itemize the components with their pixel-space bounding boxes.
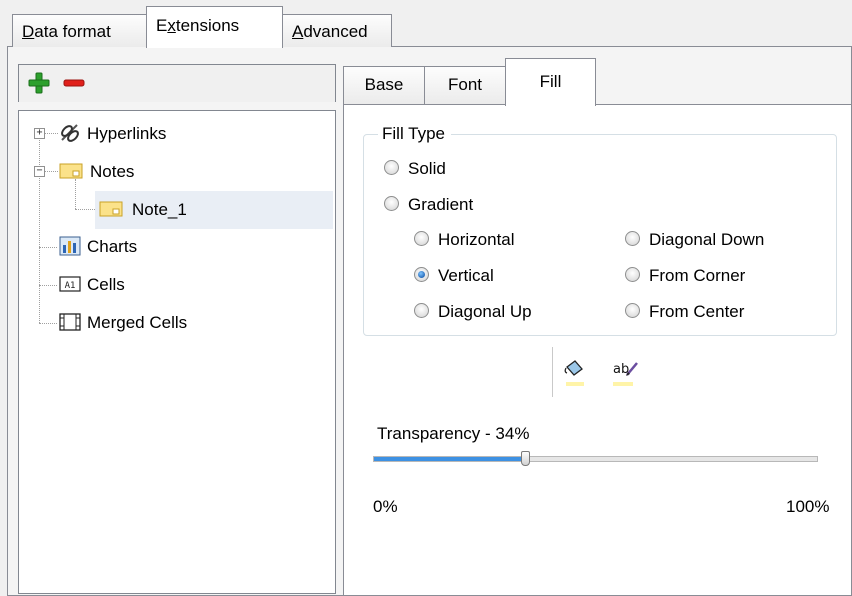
- tree-connector: [75, 209, 95, 210]
- merged-cells-icon: [59, 312, 81, 331]
- radio-button-icon: [384, 160, 399, 176]
- radio-from-center[interactable]: From Center: [625, 300, 744, 324]
- tree-connector: [39, 133, 40, 323]
- tree-item-hyperlinks[interactable]: Hyperlinks: [59, 119, 166, 149]
- tree-toolbar: [18, 64, 336, 102]
- tree-item-label: Note_1: [132, 200, 187, 219]
- tree-item-notes[interactable]: Notes: [59, 157, 134, 187]
- tree-connector: [39, 285, 57, 286]
- expand-plus-icon[interactable]: +: [34, 128, 45, 139]
- tab-fill[interactable]: Fill: [505, 58, 596, 106]
- tree-item-label: Notes: [90, 162, 135, 181]
- slider-thumb[interactable]: [521, 451, 530, 466]
- slider-min-label: 0%: [373, 497, 398, 516]
- tree-item-charts[interactable]: Charts: [59, 232, 137, 262]
- cell-icon: A1: [59, 275, 81, 292]
- fill-type-title: Fill Type: [378, 124, 451, 144]
- color-buttons: ab: [552, 347, 654, 397]
- tab-accelerator: A: [292, 22, 304, 41]
- tree-item-note-1[interactable]: Note_1: [95, 191, 333, 229]
- radio-button-icon: [414, 303, 429, 319]
- fill-color-button[interactable]: [557, 353, 593, 389]
- svg-text:A1: A1: [65, 281, 76, 291]
- tree-connector: [39, 247, 57, 248]
- tree-item-label: Merged Cells: [87, 313, 188, 332]
- tree-connector: [44, 133, 58, 134]
- tree-item-label: Cells: [87, 275, 125, 294]
- radio-button-icon: [414, 231, 429, 247]
- hyperlink-icon: [61, 123, 79, 142]
- paint-bucket-icon: [564, 360, 584, 386]
- transparency-slider[interactable]: [373, 451, 818, 466]
- text-color-icon: ab: [613, 362, 638, 386]
- slider-fill: [374, 457, 525, 461]
- tree-item-label: Hyperlinks: [87, 124, 167, 143]
- tab-data-format[interactable]: Data format: [12, 14, 147, 47]
- chart-icon: [59, 236, 81, 256]
- tree-connector: [39, 323, 57, 324]
- radio-vertical[interactable]: Vertical: [414, 264, 494, 288]
- radio-gradient[interactable]: Gradient: [384, 193, 473, 217]
- tab-font[interactable]: Font: [424, 66, 506, 104]
- note-folder-icon: [59, 163, 83, 179]
- slider-max-label: 100%: [786, 497, 830, 516]
- radio-solid[interactable]: Solid: [384, 157, 446, 181]
- radio-button-icon: [625, 231, 640, 247]
- radio-diagonal-down[interactable]: Diagonal Down: [625, 228, 764, 252]
- tree-connector: [44, 171, 58, 172]
- tree-item-label: Charts: [87, 237, 138, 256]
- remove-icon[interactable]: [63, 77, 85, 89]
- collapse-minus-icon[interactable]: −: [34, 166, 45, 177]
- tab-extensions[interactable]: Extensions: [146, 6, 283, 48]
- tree-item-merged-cells[interactable]: Merged Cells: [59, 308, 187, 338]
- tree-item-cells[interactable]: A1 Cells: [59, 270, 125, 300]
- add-icon[interactable]: [28, 72, 50, 94]
- tab-advanced[interactable]: Advanced: [282, 14, 392, 47]
- tab-accelerator: x: [167, 16, 176, 35]
- extensions-tree[interactable]: + − Hyperlinks Notes Note_1 Charts A1 Ce…: [18, 110, 336, 594]
- radio-button-icon: [625, 303, 640, 319]
- radio-from-corner[interactable]: From Corner: [625, 264, 745, 288]
- radio-button-icon: [384, 196, 399, 212]
- radio-button-icon: [625, 267, 640, 283]
- tab-accelerator: D: [22, 22, 35, 41]
- transparency-label: Transparency - 34%: [377, 424, 530, 443]
- note-icon: [99, 201, 123, 217]
- font-color-button[interactable]: ab: [605, 353, 641, 389]
- radio-horizontal[interactable]: Horizontal: [414, 228, 515, 252]
- radio-diagonal-up[interactable]: Diagonal Up: [414, 300, 532, 324]
- radio-button-checked-icon: [414, 267, 429, 283]
- tab-base[interactable]: Base: [343, 66, 425, 104]
